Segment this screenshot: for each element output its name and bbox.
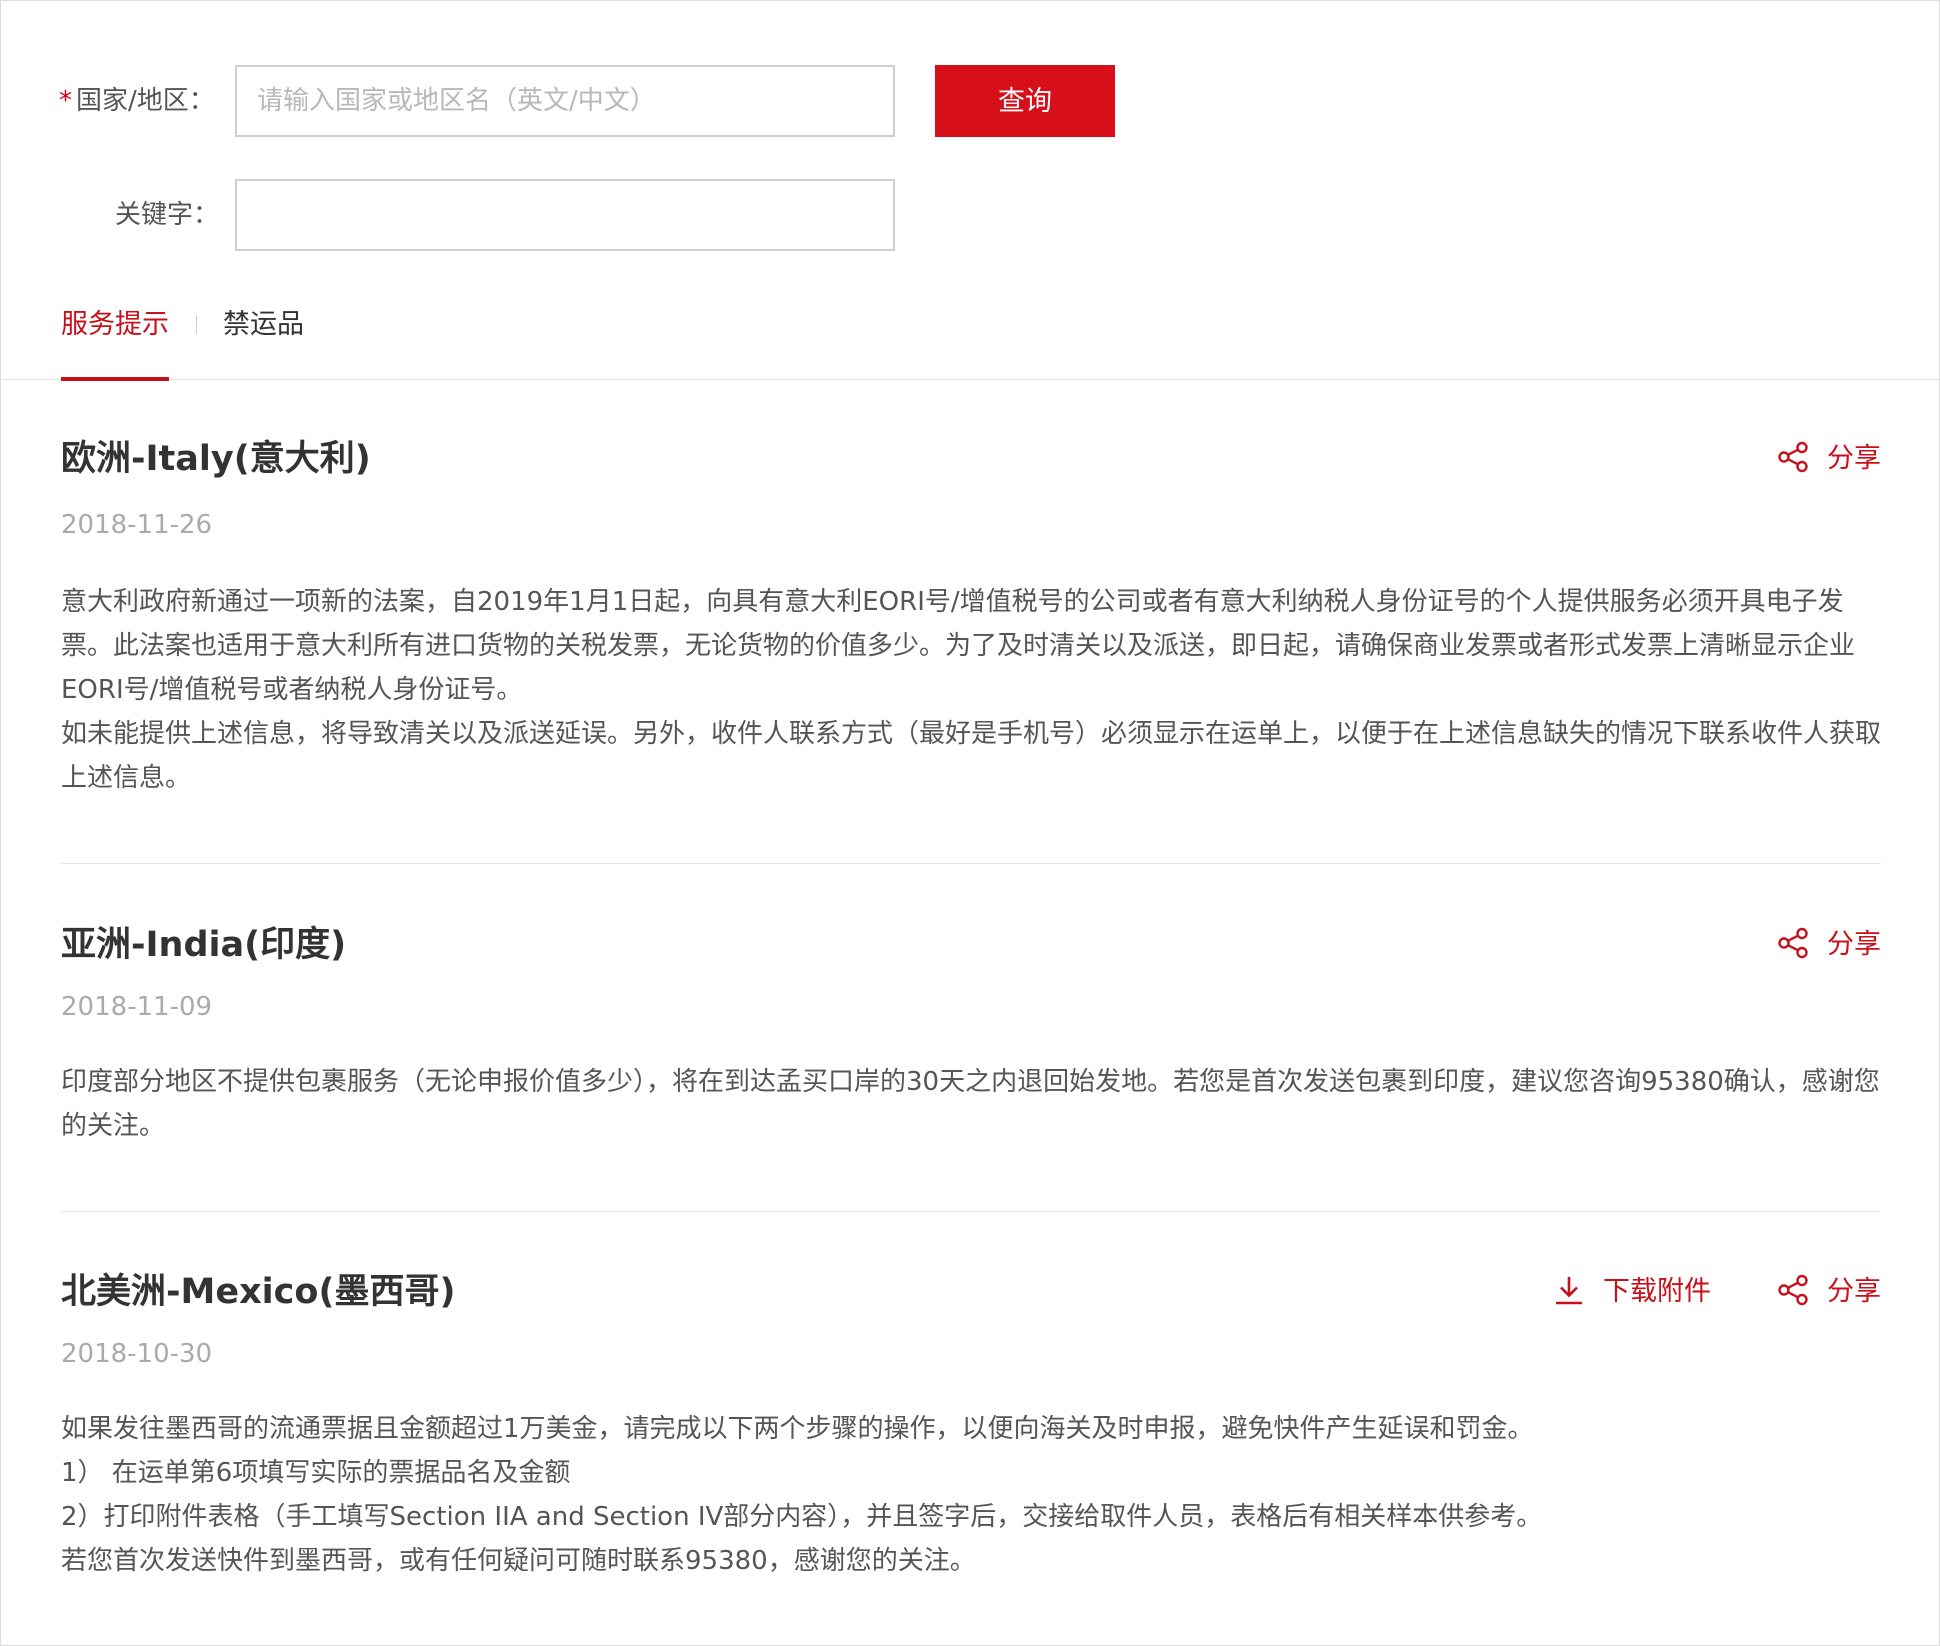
country-input[interactable] xyxy=(235,65,895,137)
article-paragraph: 若您首次发送快件到墨西哥，或有任何疑问可随时联系95380，感谢您的关注。 xyxy=(61,1546,976,1576)
tab-prohibited-items[interactable]: 禁运品 xyxy=(223,296,304,379)
article-title[interactable]: 亚洲-India(印度) xyxy=(61,920,346,970)
article-title[interactable]: 欧洲-Italy(意大利) xyxy=(61,434,371,484)
page-frame: *国家/地区： 查询 关键字： 服务提示 禁运品 欧洲-Italy(意大利) xyxy=(0,0,1940,1646)
article-date: 2018-11-26 xyxy=(61,510,213,540)
country-label-text: 国家/地区： xyxy=(76,86,215,116)
share-label: 分享 xyxy=(1827,1276,1881,1307)
share-button[interactable]: 分享 xyxy=(1777,920,1881,970)
tab-service-notice[interactable]: 服务提示 xyxy=(61,296,169,381)
article-date: 2018-10-30 xyxy=(61,1339,213,1369)
article-body: 意大利政府新通过一项新的法案，自2019年1月1日起，向具有意大利EORI号/增… xyxy=(61,580,1881,800)
download-icon xyxy=(1553,1274,1585,1306)
required-mark: * xyxy=(59,86,72,116)
share-icon xyxy=(1777,927,1809,959)
article-date: 2018-11-09 xyxy=(61,992,213,1022)
divider xyxy=(61,863,1881,864)
download-label: 下载附件 xyxy=(1603,1276,1711,1307)
article-item: 北美洲-Mexico(墨西哥) 下载附件 分享 2018-10-30 如果发往墨… xyxy=(61,1267,1881,1607)
country-label: * 国家/地区： xyxy=(59,65,219,137)
download-attachment-button[interactable]: 下载附件 xyxy=(1553,1267,1711,1317)
article-paragraph: 意大利政府新通过一项新的法案，自2019年1月1日起，向具有意大利EORI号/增… xyxy=(61,587,1856,705)
keyword-label: 关键字： xyxy=(115,200,220,230)
share-label: 分享 xyxy=(1827,929,1881,960)
article-title[interactable]: 北美洲-Mexico(墨西哥) xyxy=(61,1267,455,1317)
divider xyxy=(61,1211,1881,1212)
share-icon xyxy=(1777,1274,1809,1306)
tab-bar: 服务提示 禁运品 xyxy=(1,296,1939,381)
article-paragraph: 如果发往墨西哥的流通票据且金额超过1万美金，请完成以下两个步骤的操作，以便向海关… xyxy=(61,1414,1534,1444)
query-button[interactable]: 查询 xyxy=(935,65,1115,137)
keyword-row: 关键字： xyxy=(1,179,1939,251)
share-button[interactable]: 分享 xyxy=(1777,434,1881,484)
share-button[interactable]: 分享 xyxy=(1777,1267,1881,1317)
article-paragraph: 2）打印附件表格（手工填写Section IIA and Section IV部… xyxy=(61,1502,1543,1532)
share-label: 分享 xyxy=(1827,443,1881,474)
article-paragraph: 印度部分地区不提供包裹服务（无论申报价值多少），将在到达孟买口岸的30天之内退回… xyxy=(61,1067,1880,1141)
country-row: *国家/地区： 查询 xyxy=(1,65,1939,137)
article-paragraph: 1） 在运单第6项填写实际的票据品名及金额 xyxy=(61,1458,571,1488)
article-body: 印度部分地区不提供包裹服务（无论申报价值多少），将在到达孟买口岸的30天之内退回… xyxy=(61,1060,1881,1148)
article-body: 如果发往墨西哥的流通票据且金额超过1万美金，请完成以下两个步骤的操作，以便向海关… xyxy=(61,1407,1881,1583)
share-icon xyxy=(1777,441,1809,473)
keyword-input[interactable] xyxy=(235,179,895,251)
article-item: 亚洲-India(印度) 分享 2018-11-09 印度部分地区不提供包裹服务… xyxy=(61,920,1881,1160)
article-item: 欧洲-Italy(意大利) 分享 2018-11-26 意大利政府新通过一项新的… xyxy=(61,434,1881,804)
tab-separator xyxy=(196,316,197,334)
article-paragraph: 如未能提供上述信息，将导致清关以及派送延误。另外，收件人联系方式（最好是手机号）… xyxy=(61,719,1882,793)
